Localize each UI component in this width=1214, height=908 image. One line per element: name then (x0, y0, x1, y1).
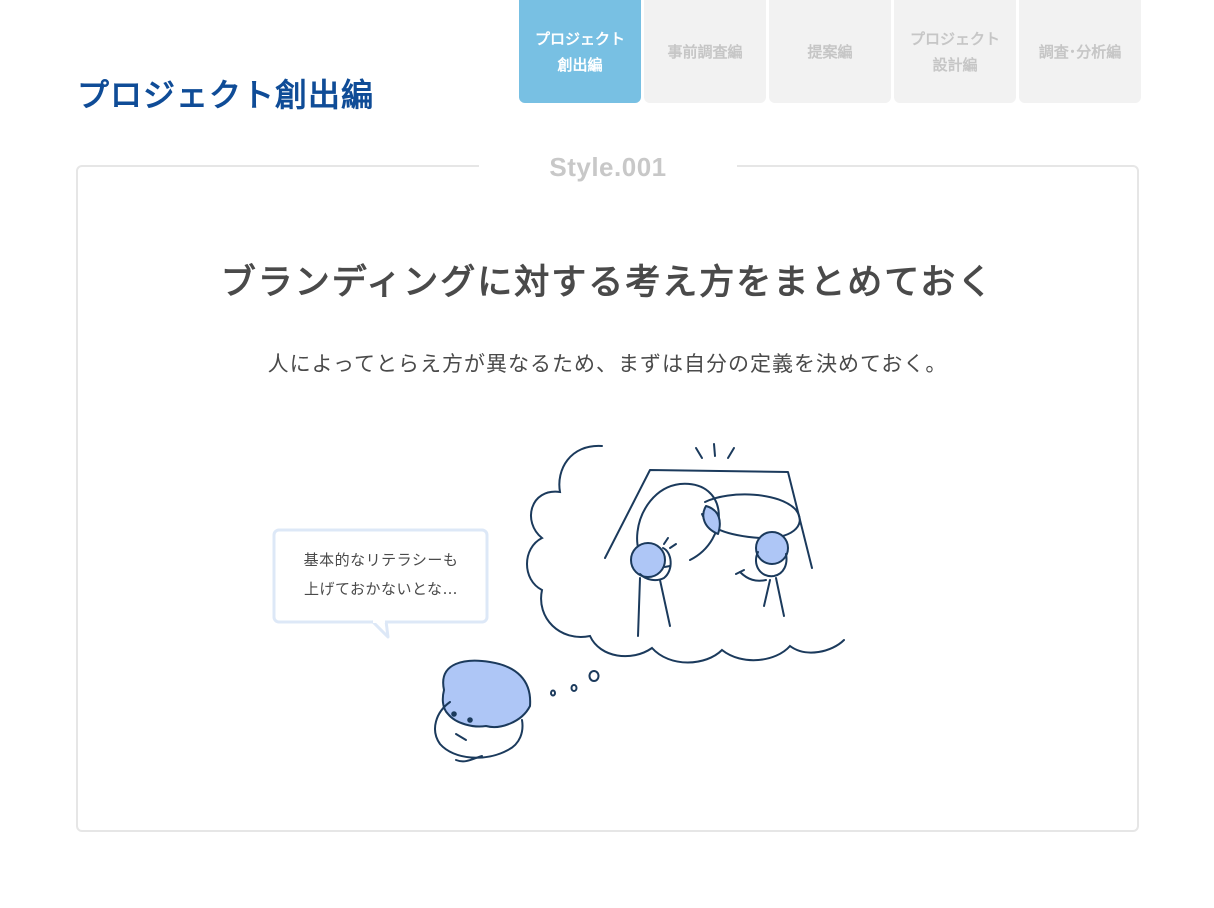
speech-bubble-line-1: 基本的なリテラシーも (303, 551, 459, 569)
speech-bubble-text: 基本的なリテラシーも 上げておかないとな… (276, 546, 486, 604)
category-tabs: プロジェクト 創出編 事前調査編 提案編 プロジェクト 設計編 調査･分析編 (519, 0, 1141, 103)
page: プロジェクト創出編 プロジェクト 創出編 事前調査編 提案編 プロジェクト 設計… (0, 0, 1214, 908)
tab-project-design[interactable]: プロジェクト 設計編 (894, 0, 1016, 103)
whiteboard-scene (604, 443, 813, 637)
card-subtext: 人によってとらえ方が異なるため、まずは自分の定義を決めておく。 (267, 352, 948, 376)
speech-bubble-line-2: 上げておかないとな… (303, 580, 459, 598)
thinking-person-illustration (272, 443, 845, 763)
card-headline: ブランディングに対する考え方をまとめておく (220, 263, 995, 303)
section-title: プロジェクト創出編 (77, 76, 375, 114)
thought-cloud (526, 444, 845, 664)
tab-proposal[interactable]: 提案編 (769, 0, 891, 103)
thought-dots (550, 670, 600, 697)
tab-project-creation[interactable]: プロジェクト 創出編 (519, 0, 641, 103)
style-number-label: Style.001 (479, 150, 737, 184)
tab-preliminary-research[interactable]: 事前調査編 (644, 0, 766, 103)
tab-research-analysis[interactable]: 調査･分析編 (1019, 0, 1141, 103)
thinking-person (434, 659, 532, 763)
